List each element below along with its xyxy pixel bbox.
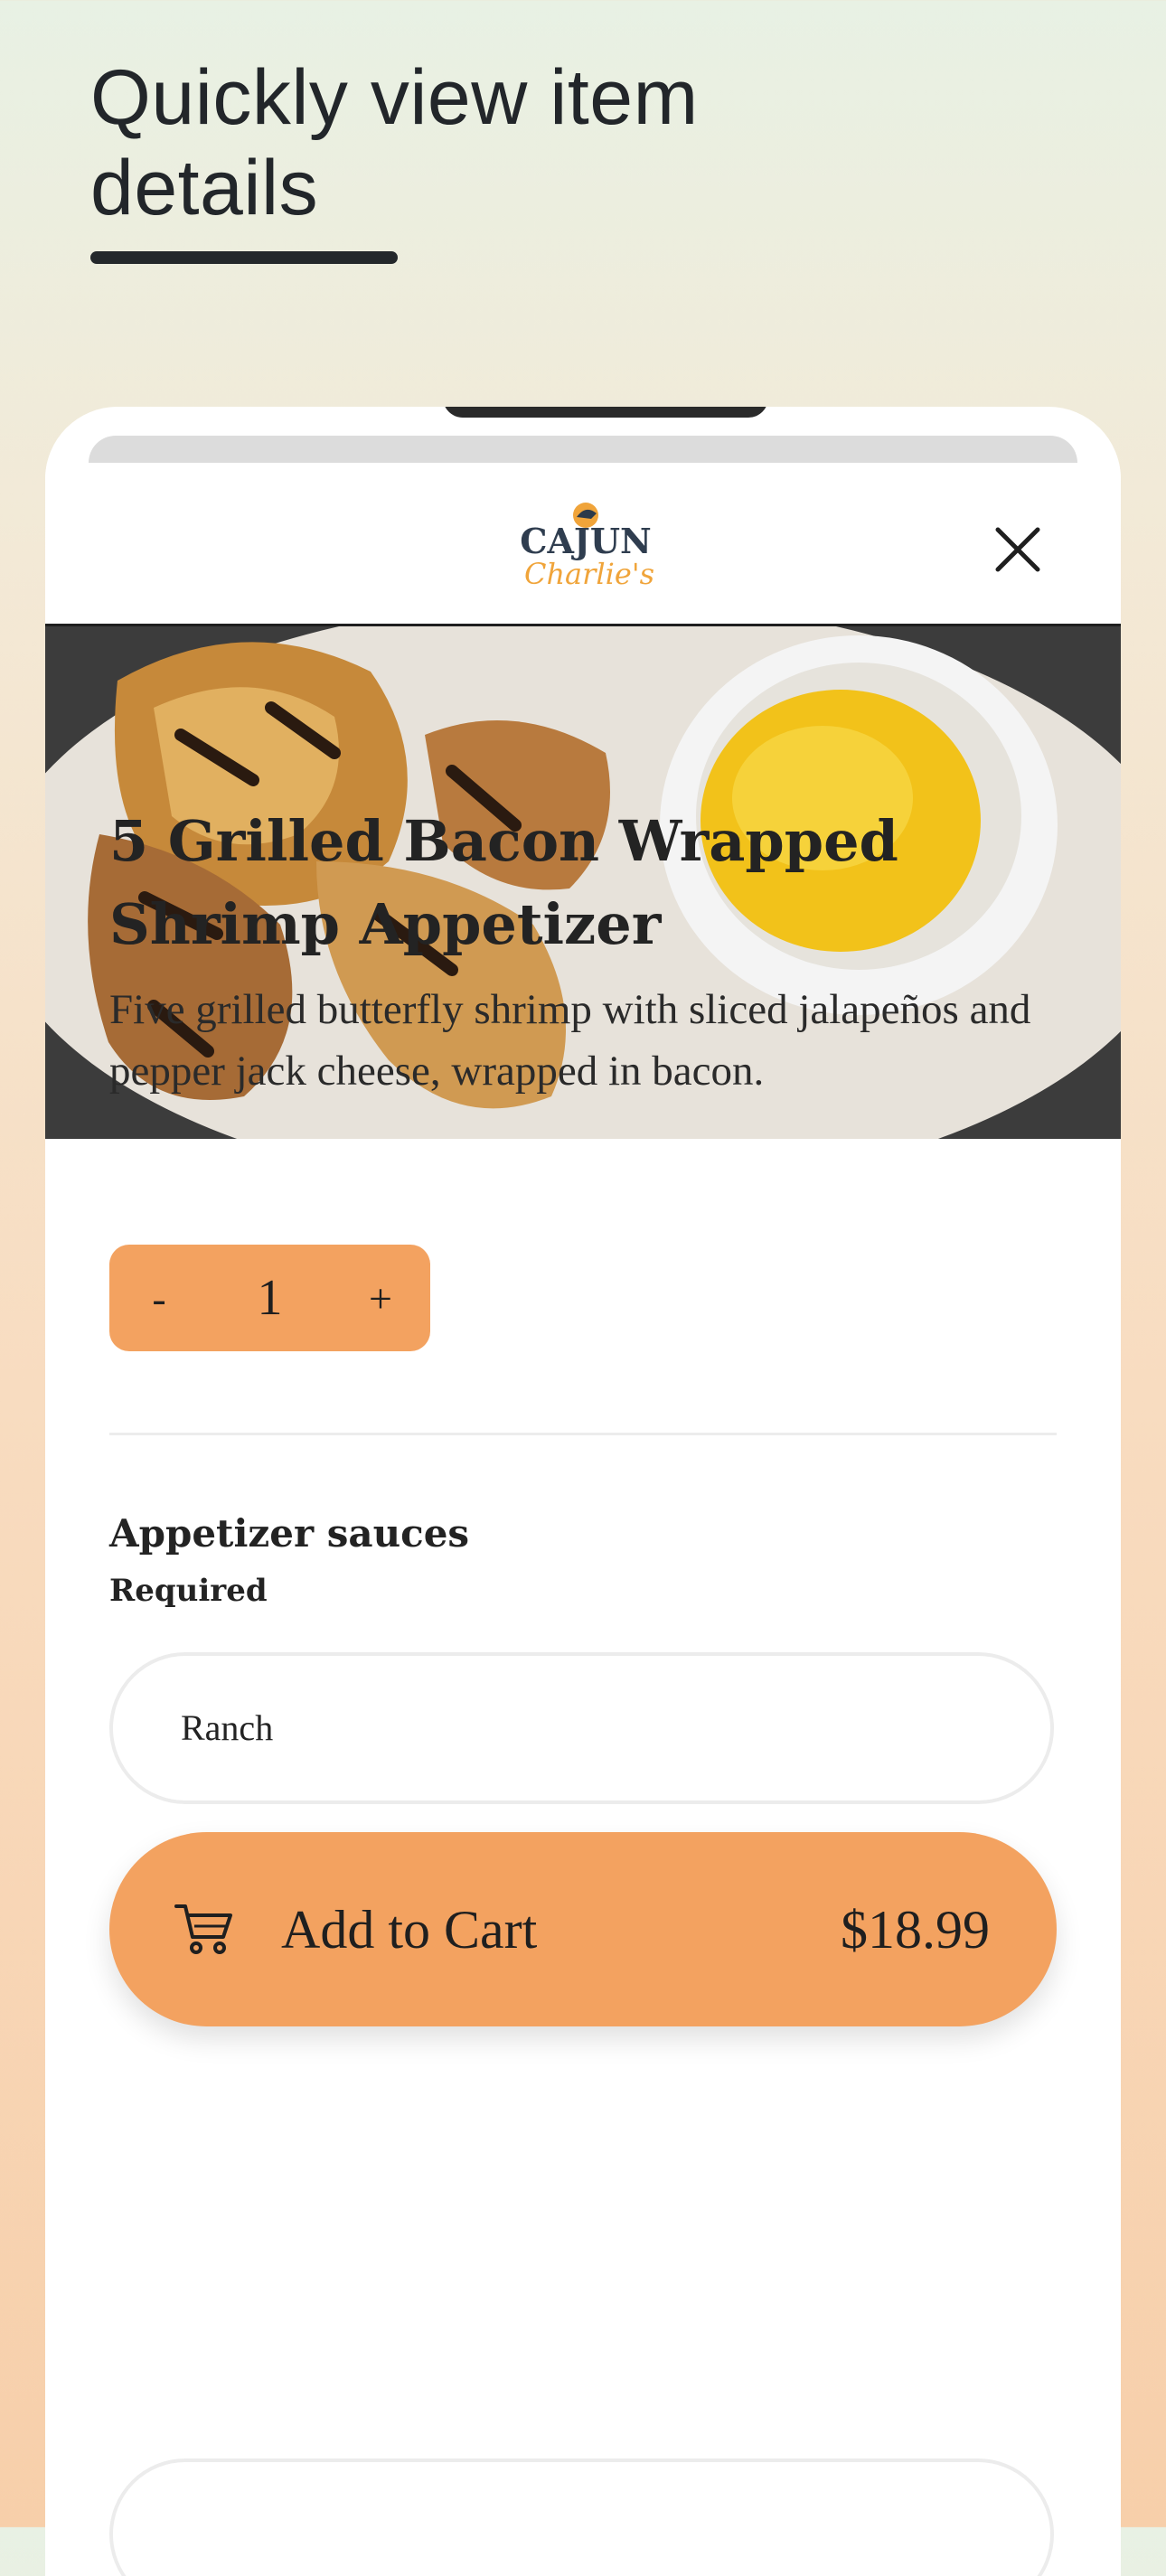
cart-icon	[174, 1904, 232, 1954]
close-icon[interactable]	[992, 524, 1043, 575]
options-group-required: Required	[109, 1573, 268, 1609]
phone-notch	[443, 407, 768, 418]
item-title: 5 Grilled Bacon Wrapped Shrimp Appetizer	[109, 808, 898, 957]
option-label: Ranch	[181, 1707, 274, 1748]
quantity-value: 1	[257, 1270, 283, 1326]
decrease-quantity-button[interactable]: -	[109, 1274, 209, 1322]
increase-quantity-button[interactable]: +	[331, 1274, 430, 1322]
modal-header: CAJUN Charlie's	[45, 463, 1121, 626]
phone-frame: CAJUN Charlie's 5 Grilled Bacon Wrapped …	[45, 407, 1121, 2576]
svg-text:Charlie's: Charlie's	[524, 557, 654, 591]
item-description: Five grilled butterfly shrimp with slice…	[109, 986, 1031, 1095]
quantity-stepper: - 1 +	[109, 1245, 430, 1351]
promo-headline: Quickly view item details	[90, 54, 699, 231]
sauce-option-ranch[interactable]: Ranch	[109, 1652, 1054, 1804]
section-divider	[109, 1433, 1057, 1435]
svg-text:CAJUN: CAJUN	[520, 521, 652, 561]
sauce-option[interactable]	[109, 2458, 1054, 2576]
cart-price: $18.99	[841, 1900, 990, 1960]
cajun-charlies-logo: CAJUN Charlie's	[520, 503, 654, 591]
add-to-cart-button[interactable]: Add to Cart $18.99	[109, 1832, 1057, 2026]
options-group-title: Appetizer sauces	[109, 1511, 470, 1556]
add-to-cart-label: Add to Cart	[281, 1900, 538, 1960]
headline-underline	[90, 251, 398, 264]
